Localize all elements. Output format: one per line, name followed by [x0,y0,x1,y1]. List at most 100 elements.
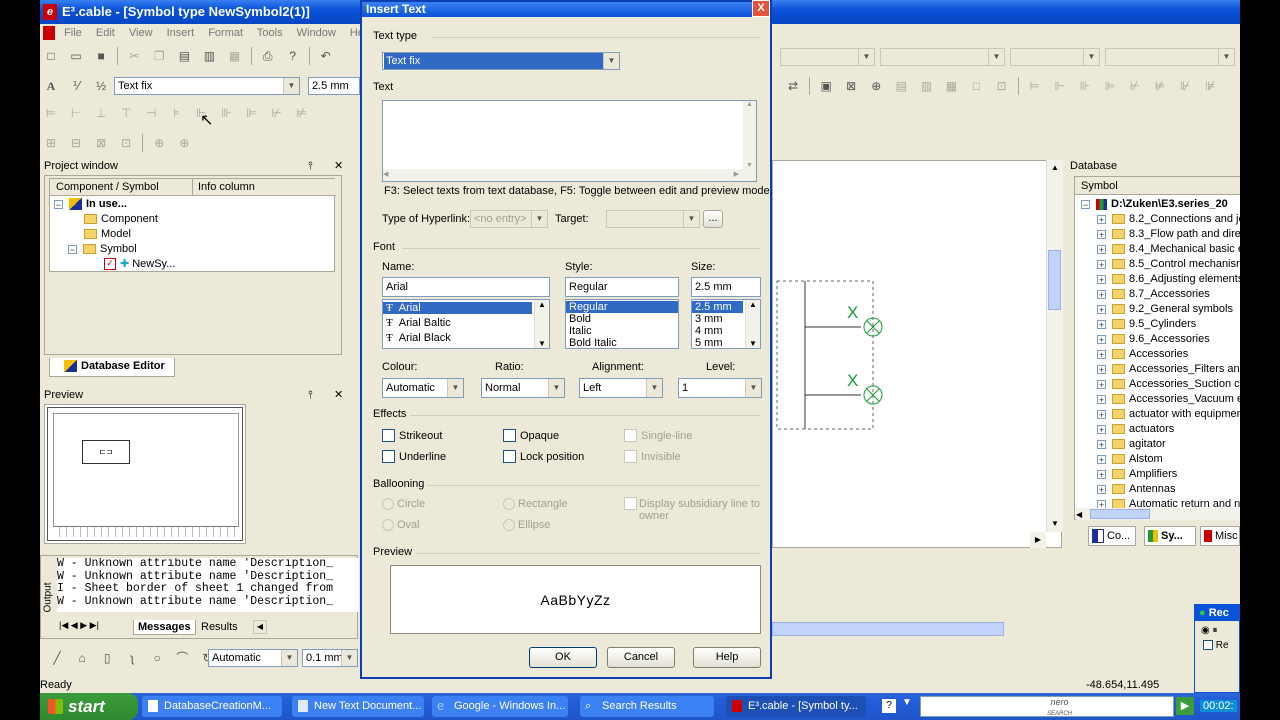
select-cross-icon[interactable]: ⊠ [842,77,860,95]
colour-combo[interactable]: Automatic ▼ [382,378,464,398]
taskbar-item-new-text-document[interactable]: New Text Document... [292,696,424,717]
level-combo[interactable]: 1 ▼ [678,378,762,398]
single-line-checkbox[interactable] [624,429,637,442]
invisible-checkbox[interactable] [624,450,637,463]
database-tab-symbols[interactable]: Sy... [1144,526,1196,546]
expand-icon[interactable]: + [1097,469,1106,479]
right-toolbar-combo[interactable]: ▼ [780,48,875,66]
crosshair-icon[interactable]: ⊕ [175,134,193,152]
align-icon[interactable]: ⊭ [293,104,311,122]
nero-search-box[interactable]: nero SEARCH [920,696,1174,717]
new-icon[interactable]: □ [42,47,60,65]
tree-item-model[interactable]: Model [54,227,175,242]
font-size-list[interactable]: 2.5 mm 3 mm 4 mm 5 mm ▲ ▼ [691,299,761,349]
scroll-up-icon[interactable]: ▲ [1047,160,1063,176]
tree-item-db-root[interactable]: − D:\Zuken\E3.series_20 [1081,197,1228,212]
text-type-toolbar-combo[interactable]: Text fix ▼ [114,77,300,95]
line-icon[interactable]: ╱ [48,649,66,667]
database-tree-item[interactable]: + actuators [1097,422,1240,437]
database-tree-item[interactable]: +8.6_Adjusting elements [1097,272,1240,287]
list-item-font-arial[interactable]: Ŧ Arial [383,302,532,314]
paste-icon[interactable]: ▤ [175,47,193,65]
dialog-title-bar[interactable]: Insert Text [362,2,770,17]
text-type-combo[interactable]: Text fix ▼ [382,52,620,70]
menu-edit[interactable]: Edit [96,27,115,39]
circle-radio[interactable] [382,498,394,510]
collapse-icon[interactable]: − [1081,199,1090,209]
list-item-style-bold-italic[interactable]: Bold Italic [566,337,678,349]
line-colour-combo[interactable]: Automatic ▼ [208,649,298,667]
collapse-icon[interactable]: − [68,244,77,254]
grid-icon[interactable]: ▦ [942,77,960,95]
tree-item-component[interactable]: Component [54,212,175,227]
distribute-icon[interactable]: ⊞ [42,134,60,152]
line-width-combo[interactable]: 0.1 mm ▼ [302,649,358,667]
text-area-hscroll[interactable]: ◀ ▶ [383,169,743,181]
database-tree-item[interactable]: +8.4_Mechanical basic e [1097,242,1240,257]
help-context-icon[interactable]: ? [284,47,302,65]
scroll-left-icon[interactable]: ◀ [1076,510,1082,519]
database-tree-item[interactable]: + actuator with equipment [1097,407,1240,422]
text-size-toolbar-combo[interactable]: 2.5 mm [308,77,360,95]
crosshair-icon[interactable]: ⊕ [150,134,168,152]
text-area-vscroll[interactable]: ▲ ▼ [743,101,756,181]
scroll-down-icon[interactable]: ▼ [535,339,549,348]
grid-icon[interactable]: ▤ [892,77,910,95]
connect-point-icon[interactable]: ⊕ [867,77,885,95]
underline-checkbox[interactable] [382,450,395,463]
drawing-canvas[interactable]: X X [772,160,1062,548]
grid-icon[interactable]: ⊡ [993,77,1011,95]
help-button[interactable]: Help [693,647,761,668]
menu-insert[interactable]: Insert [167,27,195,39]
right-toolbar-combo[interactable]: ▼ [880,48,1005,66]
align-icon[interactable]: ⊬ [268,104,286,122]
font-size-scrollbar[interactable]: ▲ ▼ [745,300,760,348]
align-icon[interactable]: ⊯ [1201,77,1219,95]
delete-icon[interactable]: ▦ [226,47,244,65]
align-icon[interactable]: ⊣ [142,104,160,122]
distribute-icon[interactable]: ⊟ [67,134,85,152]
opaque-checkbox[interactable] [503,429,516,442]
database-tree-item[interactable]: + Accessories [1097,347,1240,362]
taskbar-item-e3-cable[interactable]: E³.cable - [Symbol ty... [726,696,866,717]
list-item-style-bold[interactable]: Bold [566,313,678,325]
scroll-down-icon[interactable]: ▼ [1047,516,1063,532]
scroll-up-icon[interactable]: ▲ [743,101,756,108]
rectangle-icon[interactable]: ▯ [98,649,116,667]
undo-icon[interactable]: ↶ [317,47,335,65]
recorder-check-icon[interactable] [1203,640,1213,651]
start-button[interactable]: start [40,693,138,720]
tree-item-new-symbol[interactable]: ✓ ✚ NewSy... [54,257,175,272]
database-tree-item[interactable]: +8.3_Flow path and direc [1097,227,1240,242]
menu-tools[interactable]: Tools [257,27,283,39]
tab-results[interactable]: Results [201,621,238,633]
canvas-hscroll-right-icon[interactable]: ▶ [1030,532,1046,548]
expand-icon[interactable]: + [1097,289,1106,299]
target-combo[interactable]: ▼ [606,210,700,228]
hyperlink-type-combo[interactable]: <no entry> ▼ [470,210,548,228]
list-item-style-italic[interactable]: Italic [566,325,678,337]
font-name-input[interactable]: Arial [382,277,550,297]
cut-icon[interactable]: ✂ [125,47,143,65]
expand-icon[interactable]: + [1097,424,1106,434]
select-frame-icon[interactable]: ▣ [817,77,835,95]
oval-radio[interactable] [382,519,394,531]
expand-icon[interactable]: + [1097,244,1106,254]
rotate-icon[interactable]: ⇄ [784,77,802,95]
align-icon[interactable]: ⊫ [1101,77,1119,95]
expand-icon[interactable]: + [1097,439,1106,449]
save-icon[interactable]: ■ [92,47,110,65]
align-icon[interactable]: ⊧ [167,104,185,122]
canvas-vscroll[interactable]: ▲ ▼ [1046,160,1063,532]
prev-tab-icon[interactable]: ◀ [71,620,78,630]
dialog-close-button[interactable]: X [752,0,770,17]
align-icon[interactable]: ⊭ [1151,77,1169,95]
distribute-icon[interactable]: ⊠ [92,134,110,152]
align-icon[interactable]: ⊤ [117,104,135,122]
scroll-down-icon[interactable]: ▼ [746,339,760,348]
font-size-input[interactable]: 2.5 mm [691,277,761,297]
expand-icon[interactable]: + [1097,214,1106,224]
open-icon[interactable]: ▭ [67,47,85,65]
tree-item-symbol[interactable]: − Symbol [54,242,175,257]
arc-icon[interactable]: ⌒ [173,649,191,667]
